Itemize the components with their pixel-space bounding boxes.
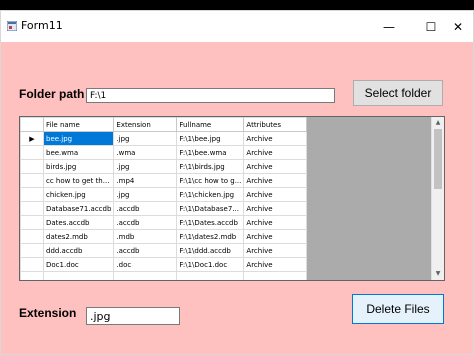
column-header-extension[interactable]: Extension <box>113 117 178 132</box>
table-row[interactable] <box>20 271 308 280</box>
row-header[interactable] <box>20 145 44 160</box>
column-header-file-name[interactable]: File name <box>42 117 115 132</box>
cell-fullname[interactable]: F:\1\Database7... <box>176 201 245 216</box>
cell-attributes[interactable]: Archive <box>243 215 308 230</box>
current-row-indicator-icon[interactable]: ▶ <box>20 131 44 146</box>
row-header[interactable] <box>20 271 44 280</box>
cell-extension[interactable]: .mp4 <box>113 173 178 188</box>
cell-fullname[interactable]: F:\1\Dates.accdb <box>176 215 245 230</box>
scroll-down-icon[interactable]: ▼ <box>432 268 444 280</box>
cell-extension[interactable]: .jpg <box>113 131 178 146</box>
cell-fullname[interactable] <box>176 271 245 280</box>
cell-fullname[interactable]: F:\1\birds.jpg <box>176 159 245 174</box>
grid-body: ▶ bee.jpg .jpg F:\1\bee.jpg Archive bee.wma .w… <box>20 131 308 280</box>
cell-file-name[interactable]: dates2.mdb <box>42 229 115 244</box>
maximize-icon: ☐ <box>425 19 437 34</box>
cell-fullname[interactable]: F:\1\bee.wma <box>176 145 245 160</box>
cell-extension[interactable]: .doc <box>113 257 178 272</box>
cell-attributes[interactable]: Archive <box>243 131 308 146</box>
scrollbar-thumb[interactable] <box>434 129 442 189</box>
cell-fullname[interactable]: F:\1\chicken.jpg <box>176 187 245 202</box>
cell-attributes[interactable]: Archive <box>243 201 308 216</box>
select-folder-button[interactable]: Select folder <box>353 80 443 106</box>
close-button[interactable]: ✕ <box>441 11 474 42</box>
cell-fullname[interactable]: F:\1\ddd.accdb <box>176 243 245 258</box>
cell-attributes[interactable]: Archive <box>243 229 308 244</box>
cell-attributes[interactable]: Archive <box>243 173 308 188</box>
cell-extension[interactable]: .jpg <box>113 159 178 174</box>
vertical-scrollbar[interactable]: ▲ ▼ <box>431 117 444 280</box>
files-data-grid[interactable]: File name Extension Fullname Attributes … <box>19 116 445 281</box>
extension-input[interactable]: .jpg <box>86 307 180 325</box>
minimize-icon: — <box>383 19 395 34</box>
cell-file-name[interactable]: Doc1.doc <box>42 257 115 272</box>
row-header[interactable] <box>20 201 44 216</box>
cell-file-name[interactable]: chicken.jpg <box>42 187 115 202</box>
cell-fullname[interactable]: F:\1\bee.jpg <box>176 131 245 146</box>
cell-attributes[interactable]: Archive <box>243 257 308 272</box>
cell-file-name[interactable]: bee.jpg <box>42 131 115 146</box>
table-row[interactable]: ▶ bee.jpg .jpg F:\1\bee.jpg Archive <box>20 131 308 146</box>
app-icon <box>7 21 17 31</box>
cell-file-name[interactable] <box>42 271 115 280</box>
cell-extension[interactable]: .accdb <box>113 201 178 216</box>
scroll-up-icon[interactable]: ▲ <box>432 117 444 129</box>
cell-file-name[interactable]: Database71.accdb <box>42 201 115 216</box>
cell-attributes[interactable] <box>243 271 308 280</box>
cell-extension[interactable]: .jpg <box>113 187 178 202</box>
cell-fullname[interactable]: F:\1\dates2.mdb <box>176 229 245 244</box>
row-header[interactable] <box>20 229 44 244</box>
close-icon: ✕ <box>452 19 464 34</box>
table-row[interactable]: bee.wma .wma F:\1\bee.wma Archive <box>20 145 308 160</box>
row-header[interactable] <box>20 159 44 174</box>
cell-file-name[interactable]: Dates.accdb <box>42 215 115 230</box>
row-header[interactable] <box>20 173 44 188</box>
extension-label: Extension <box>19 306 77 320</box>
cell-file-name[interactable]: ddd.accdb <box>42 243 115 258</box>
cell-attributes[interactable]: Archive <box>243 145 308 160</box>
column-header-attributes[interactable]: Attributes <box>243 117 308 132</box>
cell-extension[interactable]: .wma <box>113 145 178 160</box>
cell-extension[interactable]: .accdb <box>113 243 178 258</box>
title-bar: Form11 — ☐ ✕ <box>1 11 473 42</box>
table-row[interactable]: Dates.accdb .accdb F:\1\Dates.accdb Archive <box>20 215 308 230</box>
table-row[interactable]: cc how to get th... .mp4 F:\1\cc how to g.… <box>20 173 308 188</box>
cell-attributes[interactable]: Archive <box>243 159 308 174</box>
window-title: Form11 <box>21 19 63 32</box>
table-row[interactable]: chicken.jpg .jpg F:\1\chicken.jpg Archive <box>20 187 308 202</box>
cell-file-name[interactable]: bee.wma <box>42 145 115 160</box>
form11-window: Form11 — ☐ ✕ Folder path F:\1 Select fol… <box>0 10 474 355</box>
column-header-fullname[interactable]: Fullname <box>176 117 245 132</box>
cell-fullname[interactable]: F:\1\cc how to g... <box>176 173 245 188</box>
row-header[interactable] <box>20 187 44 202</box>
table-row[interactable]: Doc1.doc .doc F:\1\Doc1.doc Archive <box>20 257 308 272</box>
row-header[interactable] <box>20 215 44 230</box>
table-row[interactable]: Database71.accdb .accdb F:\1\Database7... A… <box>20 201 308 216</box>
cell-attributes[interactable]: Archive <box>243 187 308 202</box>
table-row[interactable]: birds.jpg .jpg F:\1\birds.jpg Archive <box>20 159 308 174</box>
cell-attributes[interactable]: Archive <box>243 243 308 258</box>
cell-file-name[interactable]: birds.jpg <box>42 159 115 174</box>
row-header[interactable] <box>20 243 44 258</box>
cell-fullname[interactable]: F:\1\Doc1.doc <box>176 257 245 272</box>
table-row[interactable]: ddd.accdb .accdb F:\1\ddd.accdb Archive <box>20 243 308 258</box>
table-row[interactable]: dates2.mdb .mdb F:\1\dates2.mdb Archive <box>20 229 308 244</box>
row-header-corner <box>20 117 44 132</box>
folder-path-input[interactable]: F:\1 <box>86 88 335 103</box>
cell-file-name[interactable]: cc how to get th... <box>42 173 115 188</box>
delete-files-button[interactable]: Delete Files <box>352 294 444 324</box>
column-header-row: File name Extension Fullname Attributes <box>20 117 308 132</box>
row-header[interactable] <box>20 257 44 272</box>
cell-extension[interactable]: .mdb <box>113 229 178 244</box>
minimize-button[interactable]: — <box>372 11 406 42</box>
cell-extension[interactable] <box>113 271 178 280</box>
folder-path-label: Folder path <box>19 87 85 101</box>
cell-extension[interactable]: .accdb <box>113 215 178 230</box>
files-table: File name Extension Fullname Attributes … <box>20 117 308 280</box>
